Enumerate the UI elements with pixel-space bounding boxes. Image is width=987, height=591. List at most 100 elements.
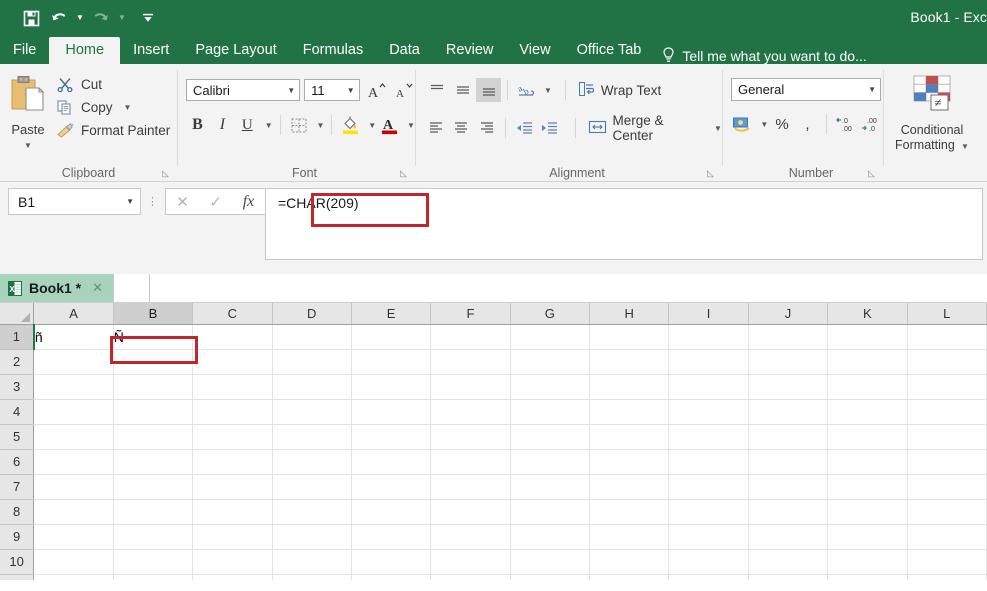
cell-C1[interactable] [193, 324, 272, 349]
tab-file[interactable]: File [0, 37, 49, 64]
column-header-c[interactable]: C [193, 303, 272, 324]
cell-H11[interactable] [590, 574, 669, 580]
cell-J6[interactable] [748, 449, 827, 474]
accounting-format-button[interactable] [731, 112, 754, 136]
font-name-combo[interactable]: Calibri ▼ [186, 79, 300, 101]
cell-I7[interactable] [669, 474, 748, 499]
cell-I4[interactable] [669, 399, 748, 424]
cell-D5[interactable] [272, 424, 351, 449]
cell-C2[interactable] [193, 349, 272, 374]
cell-G1[interactable] [510, 324, 589, 349]
cell-C5[interactable] [193, 424, 272, 449]
column-header-j[interactable]: J [748, 303, 827, 324]
font-size-caret-icon[interactable]: ▼ [341, 86, 355, 95]
tell-me-search[interactable]: Tell me what you want to do... [654, 47, 866, 64]
document-tab-book1[interactable]: X Book1 * ✕ [0, 274, 113, 302]
cell-H9[interactable] [590, 524, 669, 549]
cell-B10[interactable] [113, 549, 192, 574]
cell-E1[interactable] [351, 324, 430, 349]
increase-decimal-button[interactable]: .0 .00 [834, 112, 857, 136]
cell-K4[interactable] [828, 399, 907, 424]
tab-formulas[interactable]: Formulas [290, 37, 376, 64]
cell-E9[interactable] [351, 524, 430, 549]
font-dialog-launcher-icon[interactable]: ◺ [400, 169, 409, 178]
cell-B7[interactable] [113, 474, 192, 499]
cell-J8[interactable] [748, 499, 827, 524]
row-header-1[interactable]: 1 [0, 324, 34, 349]
cell-D2[interactable] [272, 349, 351, 374]
cell-K11[interactable] [828, 574, 907, 580]
orientation-button[interactable]: a b [514, 78, 539, 102]
percent-style-button[interactable]: % [770, 112, 793, 136]
fill-color-button[interactable] [339, 113, 362, 137]
paste-button[interactable]: Paste ▼ [0, 68, 56, 182]
cell-G5[interactable] [510, 424, 589, 449]
wrap-text-button[interactable]: Wrap Text [578, 81, 661, 100]
cell-B4[interactable] [113, 399, 192, 424]
cell-C3[interactable] [193, 374, 272, 399]
cell-G7[interactable] [510, 474, 589, 499]
cell-G6[interactable] [510, 449, 589, 474]
column-header-k[interactable]: K [828, 303, 907, 324]
cell-F5[interactable] [431, 424, 510, 449]
align-top-button[interactable] [424, 78, 449, 102]
save-icon[interactable] [18, 6, 44, 30]
cell-F9[interactable] [431, 524, 510, 549]
cell-C4[interactable] [193, 399, 272, 424]
alignment-dialog-launcher-icon[interactable]: ◺ [707, 169, 716, 178]
cell-I11[interactable] [669, 574, 748, 580]
cell-I2[interactable] [669, 349, 748, 374]
row-header-7[interactable]: 7 [0, 474, 34, 499]
decrease-indent-button[interactable] [512, 116, 536, 140]
tab-office-tab[interactable]: Office Tab [564, 37, 655, 64]
cell-A11[interactable] [34, 574, 113, 580]
cell-D6[interactable] [272, 449, 351, 474]
column-header-g[interactable]: G [510, 303, 589, 324]
column-header-b[interactable]: B [113, 303, 192, 324]
cell-A1[interactable]: ñ [34, 324, 113, 349]
cell-G3[interactable] [510, 374, 589, 399]
row-header-9[interactable]: 9 [0, 524, 34, 549]
conditional-formatting-button[interactable]: ≠ Conditional Formatting ▼ [884, 68, 980, 154]
cell-E3[interactable] [351, 374, 430, 399]
cell-G4[interactable] [510, 399, 589, 424]
cell-E6[interactable] [351, 449, 430, 474]
cell-L6[interactable] [907, 449, 986, 474]
cell-L5[interactable] [907, 424, 986, 449]
cell-G9[interactable] [510, 524, 589, 549]
cell-D8[interactable] [272, 499, 351, 524]
cut-button[interactable]: Cut [56, 76, 170, 92]
cell-K1[interactable] [828, 324, 907, 349]
underline-button[interactable]: U [236, 113, 259, 137]
tab-data[interactable]: Data [376, 37, 433, 64]
cell-H6[interactable] [590, 449, 669, 474]
cell-A7[interactable] [34, 474, 113, 499]
cell-B6[interactable] [113, 449, 192, 474]
cell-F11[interactable] [431, 574, 510, 580]
select-all-corner[interactable] [0, 303, 34, 324]
cell-B2[interactable] [113, 349, 192, 374]
cell-F3[interactable] [431, 374, 510, 399]
cell-G10[interactable] [510, 549, 589, 574]
cell-D7[interactable] [272, 474, 351, 499]
cell-I8[interactable] [669, 499, 748, 524]
row-header-5[interactable]: 5 [0, 424, 34, 449]
cell-I3[interactable] [669, 374, 748, 399]
cell-A6[interactable] [34, 449, 113, 474]
cell-H5[interactable] [590, 424, 669, 449]
row-header-2[interactable]: 2 [0, 349, 34, 374]
cell-L11[interactable] [907, 574, 986, 580]
row-header-11[interactable]: 11 [0, 574, 34, 580]
font-size-combo[interactable]: 11 ▼ [304, 79, 360, 101]
font-color-button[interactable]: A [378, 113, 401, 137]
cell-A10[interactable] [34, 549, 113, 574]
align-center-button[interactable] [449, 116, 473, 140]
cell-E10[interactable] [351, 549, 430, 574]
new-document-tab-button[interactable] [113, 274, 150, 302]
cell-D1[interactable] [272, 324, 351, 349]
cell-H4[interactable] [590, 399, 669, 424]
cell-L10[interactable] [907, 549, 986, 574]
conditional-formatting-dropdown-caret-icon[interactable]: ▼ [959, 142, 969, 151]
cell-A5[interactable] [34, 424, 113, 449]
cell-G11[interactable] [510, 574, 589, 580]
